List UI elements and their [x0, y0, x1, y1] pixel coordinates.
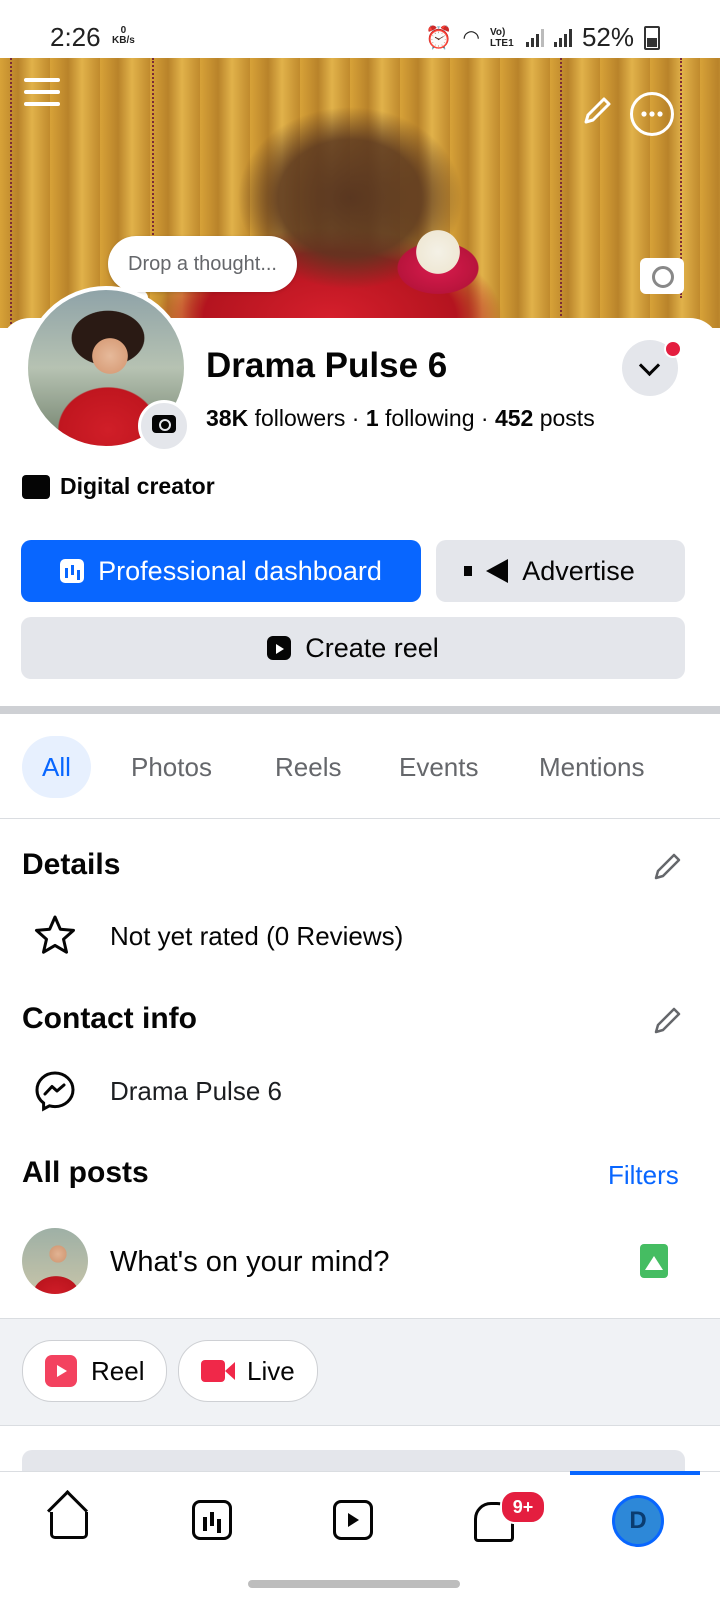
- details-title: Details: [22, 848, 121, 881]
- messenger-contact[interactable]: Drama Pulse 6: [110, 1076, 282, 1107]
- category-label: Digital creator: [22, 473, 215, 500]
- followers-label[interactable]: followers: [255, 405, 346, 431]
- profile-stats: 38K followers · 1 following · 452 posts: [206, 405, 595, 431]
- tabs-divider: [0, 818, 720, 819]
- flower-bouquet: [388, 228, 488, 298]
- photo-icon[interactable]: [640, 1244, 668, 1278]
- followers-count[interactable]: 38K: [206, 405, 248, 431]
- advertise-label: Advertise: [522, 555, 635, 586]
- gesture-bar: [248, 1580, 460, 1588]
- messenger-icon: [34, 1070, 76, 1117]
- following-count[interactable]: 1: [366, 405, 379, 431]
- live-chip-label: Live: [247, 1355, 295, 1386]
- professional-dashboard-button[interactable]: Professional dashboard: [21, 540, 421, 602]
- reel-chip[interactable]: Reel: [22, 1340, 168, 1402]
- edit-pencil-icon[interactable]: [580, 94, 614, 133]
- more-options-icon[interactable]: [630, 92, 674, 136]
- network-speed-unit: KB/s: [112, 35, 135, 46]
- status-time: 2:26: [50, 22, 101, 52]
- edit-details-icon[interactable]: [652, 850, 682, 880]
- section-divider: [0, 706, 720, 714]
- page-title: Drama Pulse 6: [206, 346, 448, 385]
- network-speed: 0 KB/s: [112, 26, 135, 46]
- tab-events[interactable]: Events: [379, 736, 499, 798]
- alarm-icon: ⏰: [425, 24, 453, 50]
- megaphone-icon: [464, 559, 509, 583]
- signal-icon-2: [553, 28, 572, 47]
- dashboard-icon: [60, 559, 85, 583]
- reel-chip-label: Reel: [91, 1355, 145, 1386]
- menu-icon[interactable]: [24, 78, 60, 108]
- notification-badge: 9+: [500, 1490, 546, 1524]
- posts-label: posts: [539, 405, 595, 431]
- profile-tabs: All Photos Reels Events Mentions: [0, 736, 720, 798]
- create-reel-label: Create reel: [305, 632, 439, 663]
- tab-reels[interactable]: Reels: [255, 736, 361, 798]
- contact-info-title: Contact info: [22, 1002, 197, 1035]
- star-icon: [34, 914, 76, 961]
- posts-count: 452: [494, 405, 534, 431]
- reel-icon: [267, 636, 292, 660]
- advertise-button[interactable]: Advertise: [436, 540, 685, 602]
- composer-avatar[interactable]: [22, 1228, 88, 1294]
- status-bar: 2:26 0 KB/s ⏰ ◠ Vo) LTE1 52%: [0, 0, 720, 58]
- active-tab-indicator: [570, 1471, 700, 1475]
- battery-percent: 52%: [581, 22, 634, 52]
- reel-icon: [45, 1355, 77, 1387]
- cover-camera-icon[interactable]: [640, 258, 684, 294]
- profile-nav-avatar[interactable]: D: [612, 1495, 664, 1547]
- decoration-beads: [10, 58, 18, 328]
- thought-bubble[interactable]: Drop a thought...: [108, 236, 297, 292]
- decoration-beads: [560, 58, 568, 328]
- decoration-beads: [152, 58, 160, 258]
- create-reel-button[interactable]: Create reel: [21, 617, 685, 679]
- notification-dot: [664, 340, 682, 358]
- following-label[interactable]: following: [385, 405, 475, 431]
- clapperboard-icon: [22, 474, 50, 499]
- filters-link[interactable]: Filters: [608, 1160, 679, 1191]
- dashboard-nav-icon[interactable]: [192, 1500, 232, 1540]
- professional-dashboard-label: Professional dashboard: [98, 555, 382, 586]
- live-chip[interactable]: Live: [178, 1340, 318, 1402]
- edit-contact-icon[interactable]: [652, 1004, 682, 1034]
- status-icons: ⏰ ◠ Vo) LTE1 52%: [425, 22, 660, 53]
- rating-text: Not yet rated (0 Reviews): [110, 921, 404, 951]
- avatar-camera-icon[interactable]: [138, 400, 190, 452]
- category-text: Digital creator: [60, 473, 215, 499]
- tab-all[interactable]: All: [22, 736, 91, 798]
- signal-icon-1: [525, 28, 544, 47]
- wifi-icon: ◠: [462, 27, 480, 49]
- composer-input[interactable]: What's on your mind?: [110, 1246, 390, 1279]
- home-icon[interactable]: [50, 1512, 88, 1539]
- volte-label: Vo) LTE1: [489, 26, 514, 49]
- tab-photos[interactable]: Photos: [111, 736, 232, 798]
- tab-mentions[interactable]: Mentions: [519, 736, 665, 798]
- all-posts-title: All posts: [22, 1156, 149, 1189]
- battery-icon: [644, 25, 660, 50]
- video-icon[interactable]: [333, 1500, 373, 1540]
- live-video-icon: [201, 1360, 235, 1382]
